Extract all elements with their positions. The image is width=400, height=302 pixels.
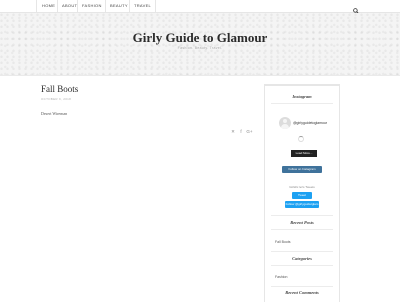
instagram-avatar[interactable] (279, 117, 291, 129)
nav-item-about[interactable]: ABOUT (57, 3, 77, 9)
nav-item-fashion[interactable]: FASHION (77, 3, 102, 9)
twitter-widget-label: Girlsfix let's Tweets (289, 185, 315, 189)
widget-divider (271, 265, 333, 266)
widget-divider (271, 286, 333, 287)
widget-divider (271, 229, 333, 230)
widget-divider (271, 103, 333, 104)
recent-posts-title: Recent Posts (290, 220, 314, 225)
recent-comments-title: Recent Comments (285, 290, 319, 295)
site-title[interactable]: Girly Guide to Glamour (0, 30, 400, 46)
follow-instagram-button[interactable]: Follow on Instagram (282, 166, 322, 173)
sidebar: Instagram @girlyguidetoglamour Load More… (264, 84, 340, 302)
google-plus-icon[interactable]: G+ (245, 129, 254, 135)
facebook-icon[interactable]: f (238, 129, 244, 135)
category-link[interactable]: Fashion (275, 275, 287, 279)
post-title[interactable]: Fall Boots (41, 84, 78, 94)
twitter-icon[interactable]: ✕ (230, 129, 236, 135)
avatar-head (283, 119, 287, 123)
load-more-button[interactable]: Load More... (291, 150, 317, 157)
search-button[interactable] (352, 2, 360, 14)
top-navigation: HOME ABOUT FASHION BEAUTY TRAVEL (0, 0, 400, 14)
instagram-widget-title: Instagram (292, 94, 312, 99)
widget-divider (271, 251, 333, 252)
nav-item-home[interactable]: HOME (37, 3, 55, 9)
instagram-handle[interactable]: @girlyguidetoglamour (293, 121, 327, 125)
nav-divider (155, 0, 156, 12)
widget-divider (271, 215, 333, 216)
categories-title: Categories (292, 256, 312, 261)
avatar-body (281, 124, 289, 129)
post-date: OCTOBER 9, 2018 (41, 97, 72, 101)
nav-item-beauty[interactable]: BEAUTY (105, 3, 128, 9)
tweet-button[interactable]: Tweet (292, 192, 312, 199)
site-tagline: Fashion. Beauty. Travel. (177, 46, 223, 50)
nav-item-travel[interactable]: TRAVEL (129, 3, 151, 9)
post-author: Desert Wireman (41, 111, 68, 116)
recent-post-link[interactable]: Fall Boots (275, 240, 291, 244)
follow-twitter-button[interactable]: Follow @girlyguidetglam (285, 201, 319, 208)
loading-spinner-icon (298, 136, 304, 142)
site-header: Girly Guide to Glamour Fashion. Beauty. … (0, 13, 400, 76)
